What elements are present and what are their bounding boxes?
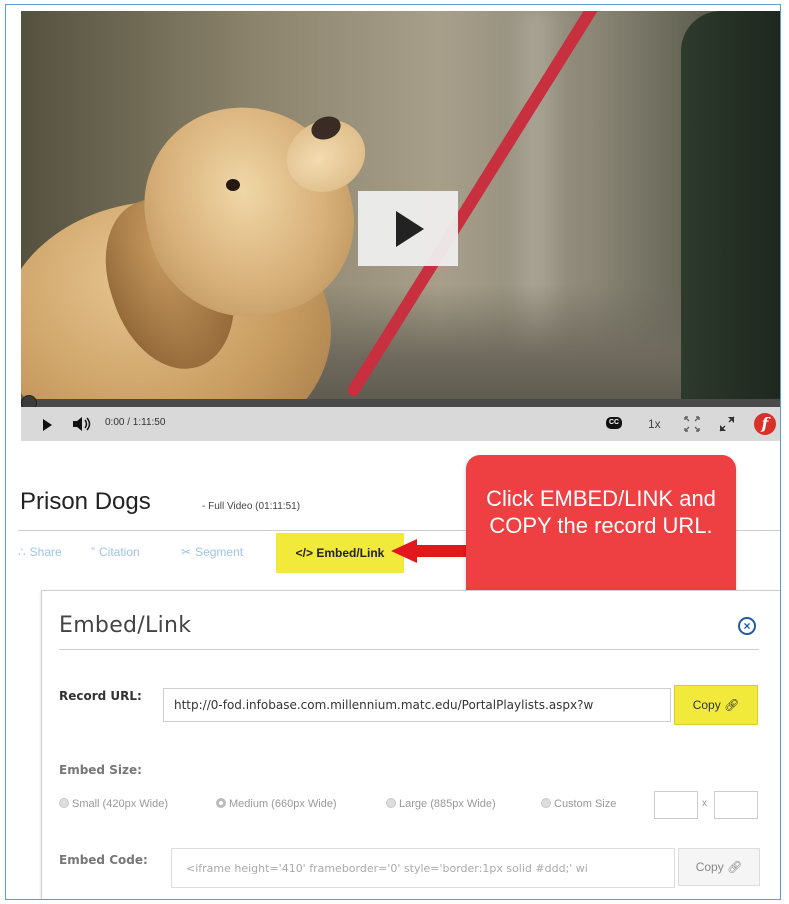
- video-subtitle: - Full Video (01:11:51): [202, 501, 301, 512]
- tab-embed-link[interactable]: </> Embed/Link: [276, 533, 404, 573]
- player-controls: 0:00 / 1:11:50 CC 1x f: [21, 407, 780, 441]
- copy-embed-button[interactable]: Copy 🔗︎: [678, 848, 760, 886]
- tab-share[interactable]: ∴ Share: [18, 545, 62, 559]
- video-person: [681, 11, 780, 405]
- size-option-custom[interactable]: Custom Size: [541, 798, 616, 810]
- callout-arrow-left: [391, 539, 471, 563]
- link-icon: 🔗︎: [727, 860, 743, 874]
- custom-height-input[interactable]: [714, 791, 758, 819]
- copy-url-label: Copy: [692, 698, 721, 712]
- copy-embed-label: Copy: [695, 860, 724, 874]
- close-icon[interactable]: ×: [738, 617, 756, 635]
- size-option-medium-label: Medium (660px Wide): [229, 798, 337, 810]
- tab-citation-label: Citation: [99, 545, 140, 559]
- scissors-icon: ✂: [181, 545, 192, 559]
- record-url-label: Record URL:: [59, 689, 142, 703]
- video-dog-eye: [226, 179, 240, 191]
- video-frame[interactable]: [21, 11, 780, 405]
- link-icon: 🔗︎: [724, 698, 740, 712]
- size-option-medium[interactable]: Medium (660px Wide): [216, 798, 337, 810]
- time-display: 0:00 / 1:11:50: [105, 417, 166, 428]
- fullscreen-icon[interactable]: [718, 415, 736, 433]
- big-play-button[interactable]: [358, 191, 458, 266]
- panel-title: Embed/Link: [59, 613, 192, 638]
- radio-custom[interactable]: [541, 798, 551, 808]
- size-option-small[interactable]: Small (420px Wide): [59, 798, 168, 810]
- radio-large[interactable]: [386, 798, 396, 808]
- size-option-large-label: Large (885px Wide): [399, 798, 496, 810]
- tab-embed-label: Embed/Link: [316, 546, 385, 560]
- embed-link-panel: Embed/Link × Record URL: Copy 🔗︎ Embed S…: [41, 590, 780, 899]
- tab-citation[interactable]: ” Citation: [91, 545, 140, 559]
- size-option-small-label: Small (420px Wide): [72, 798, 168, 810]
- radio-medium[interactable]: [216, 798, 226, 808]
- record-url-field[interactable]: [163, 688, 671, 722]
- copy-url-button[interactable]: Copy 🔗︎: [674, 685, 758, 725]
- embed-size-label: Embed Size:: [59, 763, 142, 777]
- panel-divider: [59, 649, 759, 650]
- callout-text: Click EMBED/LINK and COPY the record URL…: [486, 486, 716, 538]
- size-option-large[interactable]: Large (885px Wide): [386, 798, 496, 810]
- tab-segment[interactable]: ✂ Segment: [181, 545, 243, 559]
- embed-code-label: Embed Code:: [59, 853, 148, 867]
- playback-speed[interactable]: 1x: [648, 417, 661, 431]
- tab-share-label: Share: [29, 545, 62, 559]
- play-icon: [396, 211, 424, 247]
- brand-logo: f: [754, 413, 776, 435]
- closed-caption-icon[interactable]: CC: [606, 417, 622, 429]
- embed-code-field[interactable]: [171, 848, 675, 888]
- dimension-separator: x: [702, 798, 707, 809]
- page-frame: 0:00 / 1:11:50 CC 1x f Prison Dogs - Ful…: [5, 4, 781, 900]
- progress-bar[interactable]: [21, 399, 780, 407]
- citation-icon: ”: [91, 545, 95, 559]
- page-title: Prison Dogs: [20, 488, 151, 515]
- expand-icon[interactable]: [683, 415, 701, 433]
- custom-width-input[interactable]: [654, 791, 698, 819]
- tab-segment-label: Segment: [195, 545, 244, 559]
- code-icon: </>: [295, 546, 313, 560]
- volume-icon[interactable]: [71, 415, 95, 433]
- radio-small[interactable]: [59, 798, 69, 808]
- share-icon: ∴: [18, 545, 26, 559]
- size-option-custom-label: Custom Size: [554, 798, 617, 810]
- play-icon[interactable]: [43, 419, 52, 431]
